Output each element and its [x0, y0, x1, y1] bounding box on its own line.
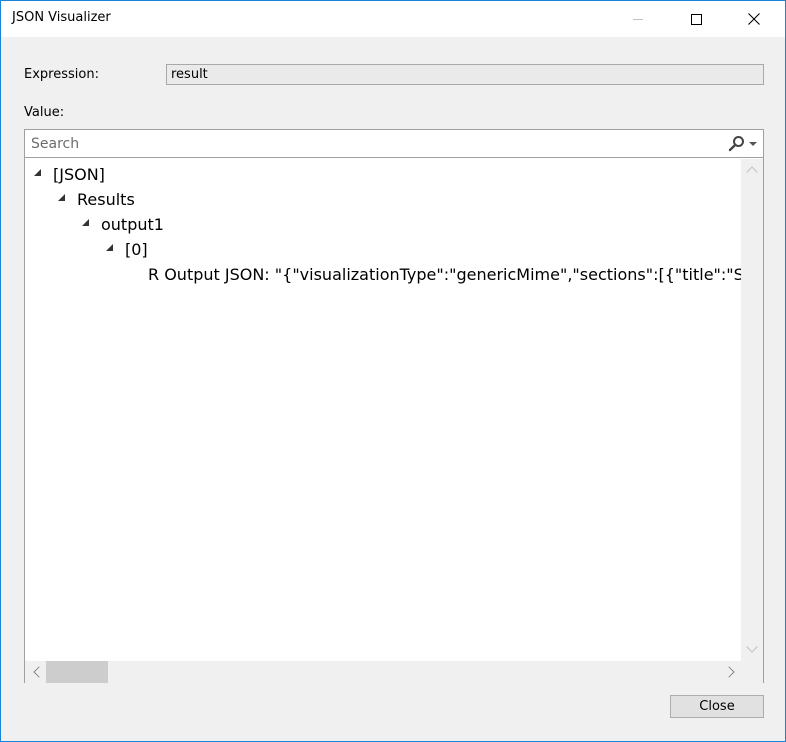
search-bar	[25, 130, 763, 158]
tree-node-r-output-json[interactable]: R Output JSON: "{"visualizationType":"ge…	[148, 262, 741, 286]
scroll-up-chevron-icon[interactable]	[746, 166, 758, 178]
expand-triangle-icon[interactable]	[34, 168, 41, 176]
json-tree: [JSON] Results output1 [0] R Output JSON…	[25, 159, 741, 661]
json-visualizer-window: JSON Visualizer Expression: result Value…	[0, 0, 786, 742]
minimize-icon	[633, 18, 643, 20]
search-input[interactable]	[25, 130, 715, 157]
window-title: JSON Visualizer	[12, 10, 111, 25]
close-icon	[748, 13, 760, 25]
value-label: Value:	[24, 105, 65, 120]
search-options-chevron-down-icon[interactable]	[749, 142, 757, 146]
scroll-down-chevron-icon[interactable]	[746, 641, 758, 653]
tree-node-label: [JSON]	[53, 164, 105, 184]
expand-triangle-icon[interactable]	[106, 243, 113, 251]
tree-node-label: [0]	[125, 239, 148, 259]
value-panel: [JSON] Results output1 [0] R Output JSON…	[24, 129, 764, 683]
expression-field[interactable]: result	[166, 64, 764, 85]
expand-triangle-icon[interactable]	[82, 218, 89, 226]
vertical-scrollbar[interactable]	[741, 159, 763, 661]
minimize-button[interactable]	[609, 1, 667, 37]
scroll-right-chevron-icon[interactable]	[723, 666, 735, 678]
close-window-button[interactable]	[725, 1, 783, 37]
horizontal-scrollbar[interactable]	[25, 661, 741, 683]
tree-node-root[interactable]: [JSON]	[34, 162, 105, 186]
expression-label: Expression:	[24, 67, 99, 82]
scroll-left-chevron-icon[interactable]	[33, 666, 45, 678]
tree-node-index-0[interactable]: [0]	[106, 237, 148, 261]
close-button[interactable]: Close	[670, 695, 764, 718]
title-bar[interactable]: JSON Visualizer	[1, 1, 785, 37]
tree-node-results[interactable]: Results	[58, 187, 135, 211]
expand-triangle-icon[interactable]	[58, 193, 65, 201]
maximize-icon	[690, 13, 702, 25]
maximize-button[interactable]	[667, 1, 725, 37]
tree-node-label: output1	[101, 214, 164, 234]
search-icon[interactable]	[727, 134, 747, 154]
scrollbar-corner	[741, 661, 763, 683]
tree-node-label: Results	[77, 189, 135, 209]
horizontal-scroll-thumb[interactable]	[46, 661, 108, 683]
tree-node-output1[interactable]: output1	[82, 212, 164, 236]
tree-leaf-value: R Output JSON: "{"visualizationType":"ge…	[148, 264, 741, 284]
